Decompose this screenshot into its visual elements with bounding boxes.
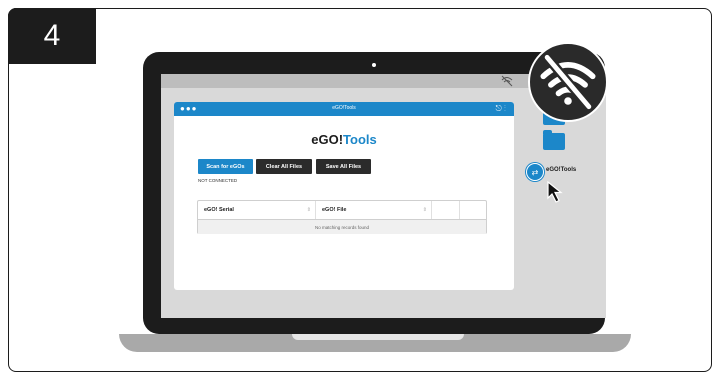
column-header-serial[interactable]: eGO! Serial ⇕ [198,201,316,219]
column-header-empty [432,201,460,219]
webcam [372,63,376,67]
heading-main: eGO! [311,132,344,147]
menubar-wifi-off-icon [501,75,513,87]
app-window: ●●● eGO!Tools ⎋ ⋮ eGO!Tools Scan for eGO… [174,102,514,290]
connection-status: NOT CONNECTED [198,178,238,183]
column-header-serial-label: eGO! Serial [204,207,234,213]
step-badge: 4 [8,8,96,64]
window-title: eGO!Tools [332,105,356,111]
clear-all-button[interactable]: Clear All Files [256,159,312,174]
sort-icon: ⇕ [422,207,427,213]
sort-icon: ⇕ [306,207,311,213]
scan-button[interactable]: Scan for eGOs [198,159,253,174]
titlebar-menu-icon[interactable]: ⎋ ⋮ [495,104,506,114]
app-icon[interactable]: ⇄ [526,163,544,181]
app-heading: eGO!Tools [174,132,514,147]
column-header-file-label: eGO! File [322,207,347,213]
heading-accent: Tools [343,132,377,147]
window-titlebar: ●●● eGO!Tools ⎋ ⋮ [174,102,514,116]
column-header-file[interactable]: eGO! File ⇕ [316,201,432,219]
wifi-off-icon [528,42,608,122]
save-all-button[interactable]: Save All Files [316,159,371,174]
desktop-app-label[interactable]: eGO!Tools [546,167,576,173]
step-number: 4 [43,19,61,52]
table-empty-row: No matching records found [198,219,486,234]
cursor-icon [547,180,563,203]
folder-icon[interactable] [543,130,565,150]
laptop-notch [292,334,464,340]
files-table: eGO! Serial ⇕ eGO! File ⇕ No matching re… [197,200,487,234]
